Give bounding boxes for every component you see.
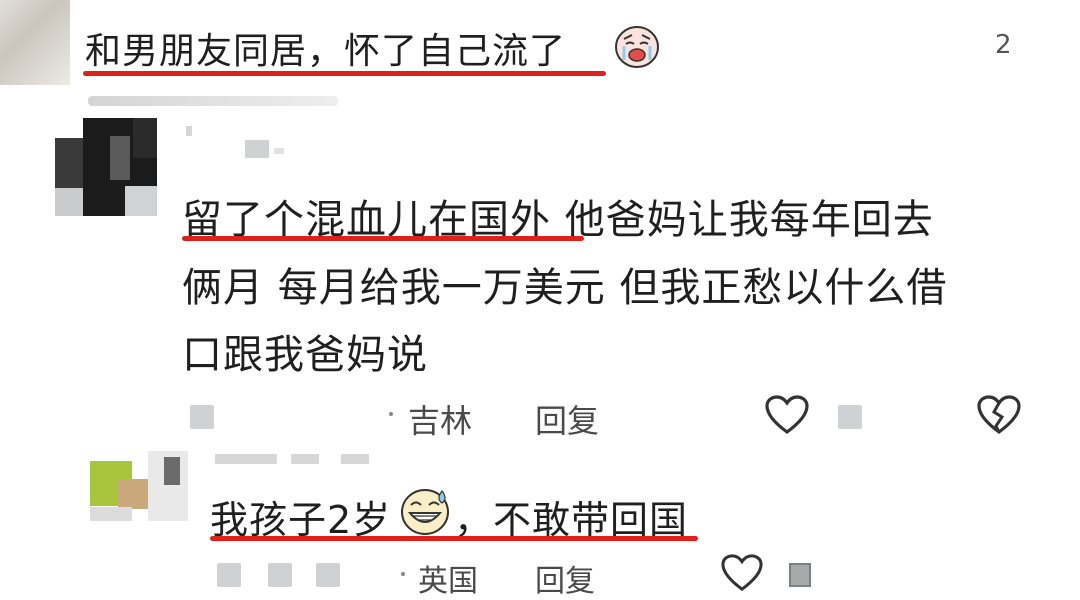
avatar-partial-top[interactable]: [0, 0, 70, 85]
heart-icon[interactable]: [720, 553, 764, 593]
meta-placeholder: [316, 563, 340, 587]
meta-placeholder: [217, 563, 241, 587]
dot-separator: [401, 572, 405, 576]
badge-placeholder: [245, 140, 269, 158]
meta-placeholder: [268, 563, 292, 587]
like-count: 2: [995, 30, 1012, 60]
like-count-placeholder: [838, 405, 862, 429]
username-placeholder[interactable]: [186, 126, 192, 136]
comment-text-line-3: 口跟我爸妈说: [182, 332, 428, 378]
meta-placeholder: [190, 405, 214, 429]
dot-separator: [389, 412, 393, 416]
highlight-underline: [210, 536, 698, 541]
comment-1-meta-faded: [88, 96, 338, 106]
comment-text-line-2: 俩月 每月给我一万美元 但我正愁以什么借: [182, 265, 948, 311]
heart-icon-partial[interactable]: [985, 0, 1025, 12]
broken-heart-icon[interactable]: [976, 394, 1022, 436]
comment-2-line1-rest: 他爸妈让我每年回去: [551, 197, 934, 243]
heart-icon[interactable]: [764, 394, 810, 436]
location-label: 英国: [418, 564, 478, 599]
comment-1-text: 和男朋友同居，怀了自己流了: [85, 31, 567, 72]
sweat-smile-emoji: [398, 485, 452, 537]
reply-button[interactable]: 回复: [535, 556, 595, 600]
comment-text: 和男朋友同居，怀了自己流了: [85, 22, 566, 74]
crying-face-emoji: [612, 20, 662, 70]
reply-button[interactable]: 回复: [535, 396, 599, 442]
like-count-placeholder: [789, 563, 811, 587]
highlight-underline: [182, 236, 584, 241]
reply-avatar[interactable]: [90, 451, 188, 521]
avatar[interactable]: [55, 118, 157, 216]
reply-username-placeholder[interactable]: [215, 454, 277, 464]
highlight-underline: [83, 71, 606, 76]
location-label: 吉林: [408, 402, 473, 440]
